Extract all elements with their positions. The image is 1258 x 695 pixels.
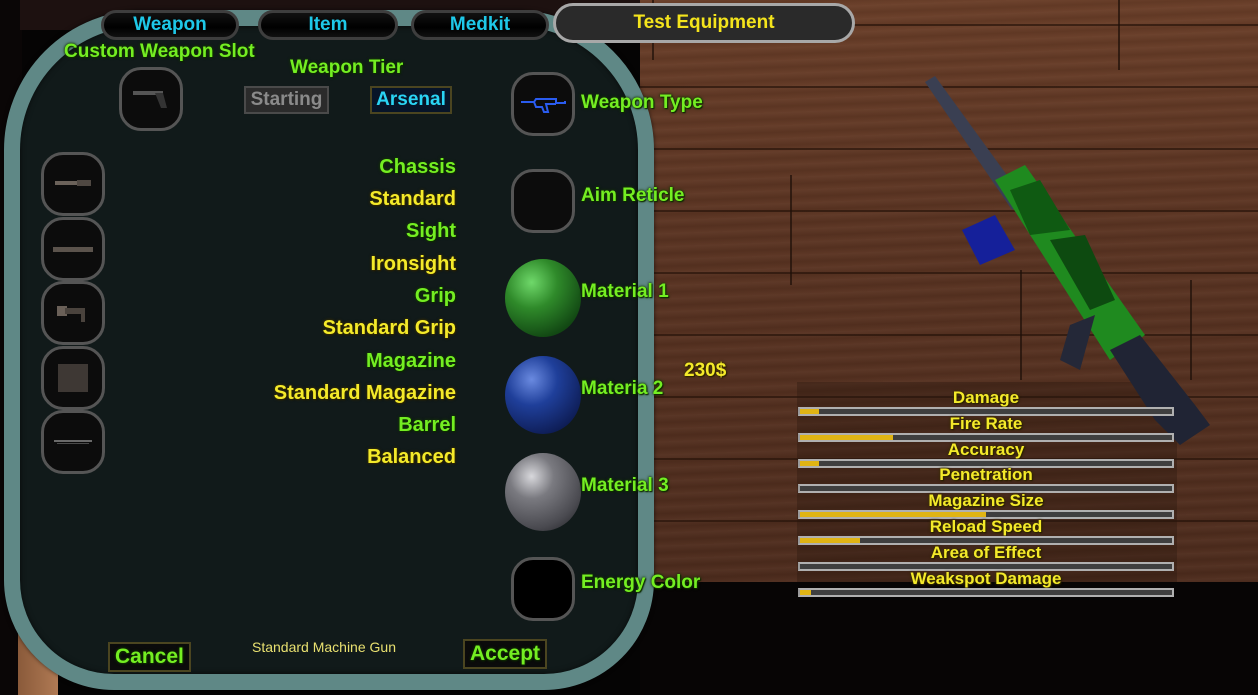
tier-starting-button[interactable]: Starting bbox=[244, 86, 329, 114]
stat-bar-fill bbox=[800, 434, 893, 440]
aim-reticle-label: Aim Reticle bbox=[581, 185, 685, 206]
camo-patch bbox=[1010, 180, 1070, 235]
material-3-swatch[interactable] bbox=[505, 453, 581, 531]
barrel-part-icon bbox=[54, 440, 92, 444]
part-category-sight: Sight bbox=[406, 220, 456, 242]
stat-label: Magazine Size bbox=[928, 491, 1044, 511]
stat-bar-fill bbox=[800, 538, 860, 543]
stat-label: Area of Effect bbox=[930, 542, 1042, 562]
part-slot-barrel[interactable] bbox=[41, 410, 105, 474]
stat-row: Accuracy bbox=[798, 439, 1174, 468]
stat-label: Fire Rate bbox=[949, 413, 1023, 433]
tab-weapon[interactable]: Weapon bbox=[101, 10, 239, 40]
material-1-label: Material 1 bbox=[581, 281, 669, 302]
stat-row: Magazine Size bbox=[798, 491, 1174, 520]
part-category-chassis: Chassis bbox=[379, 156, 456, 178]
part-slot-chassis[interactable] bbox=[41, 152, 105, 216]
price-label: 230$ bbox=[684, 360, 727, 381]
custom-weapon-slot[interactable] bbox=[119, 67, 183, 131]
stat-label: Weakspot Damage bbox=[910, 568, 1062, 588]
weapon-grip bbox=[1060, 315, 1095, 370]
stat-row: Reload Speed bbox=[798, 518, 1174, 545]
dark-floor bbox=[640, 582, 1258, 695]
pistol-icon bbox=[133, 91, 167, 108]
tier-arsenal-button[interactable]: Arsenal bbox=[370, 86, 452, 114]
sight-part-icon bbox=[53, 247, 93, 252]
part-value-grip: Standard Grip bbox=[322, 317, 456, 339]
material-1-swatch[interactable] bbox=[505, 259, 581, 337]
magazine-part-icon bbox=[58, 364, 88, 392]
weapon-magazine bbox=[962, 215, 1015, 265]
weapon-type-label: Weapon Type bbox=[581, 92, 703, 113]
part-slot-magazine[interactable] bbox=[41, 346, 105, 410]
part-slot-grip[interactable] bbox=[41, 281, 105, 345]
aim-reticle-slot[interactable] bbox=[511, 169, 575, 233]
part-category-grip: Grip bbox=[414, 285, 456, 307]
part-value-barrel: Balanced bbox=[367, 446, 456, 468]
assault-rifle-icon bbox=[521, 98, 566, 113]
stat-label: Penetration bbox=[939, 465, 1033, 485]
stat-bar-fill bbox=[800, 409, 819, 414]
stat-row: Fire Rate bbox=[798, 413, 1174, 442]
tab-test-equipment[interactable]: Test Equipment bbox=[553, 3, 855, 43]
tab-medkit[interactable]: Medkit bbox=[411, 10, 549, 40]
custom-weapon-slot-label: Custom Weapon Slot bbox=[64, 41, 255, 62]
cancel-button[interactable]: Cancel bbox=[108, 642, 191, 672]
part-value-chassis: Standard bbox=[369, 188, 456, 210]
stat-bar-fill bbox=[800, 460, 819, 466]
stat-row: Area of Effect bbox=[798, 542, 1174, 571]
tab-item[interactable]: Item bbox=[258, 10, 398, 40]
grip-part-icon bbox=[57, 306, 85, 322]
stat-bar bbox=[798, 587, 1174, 597]
energy-color-label: Energy Color bbox=[581, 572, 701, 593]
material-3-label: Material 3 bbox=[581, 475, 669, 496]
weapon-tier-label: Weapon Tier bbox=[290, 57, 404, 78]
material-2-label: Materia 2 bbox=[581, 378, 664, 399]
part-value-sight: Ironsight bbox=[370, 253, 456, 275]
part-category-magazine: Magazine bbox=[365, 350, 456, 372]
accept-button[interactable]: Accept bbox=[463, 639, 548, 669]
stat-row: Penetration bbox=[798, 465, 1174, 494]
weapon-type-slot[interactable] bbox=[511, 72, 575, 136]
stat-label: Accuracy bbox=[947, 439, 1025, 459]
stat-bar-fill bbox=[800, 589, 812, 595]
stat-label: Reload Speed bbox=[929, 517, 1043, 536]
part-category-barrel: Barrel bbox=[398, 414, 456, 436]
weapon-name: Standard Machine Gun bbox=[252, 639, 396, 655]
chassis-part-icon bbox=[55, 180, 91, 186]
energy-color-slot[interactable] bbox=[511, 557, 575, 621]
stat-row: Weakspot Damage bbox=[798, 568, 1174, 597]
stat-row: Damage bbox=[798, 389, 1174, 416]
part-value-magazine: Standard Magazine bbox=[273, 382, 456, 404]
part-slot-sight[interactable] bbox=[41, 217, 105, 281]
stat-label: Damage bbox=[952, 388, 1020, 407]
material-2-swatch[interactable] bbox=[505, 356, 581, 434]
